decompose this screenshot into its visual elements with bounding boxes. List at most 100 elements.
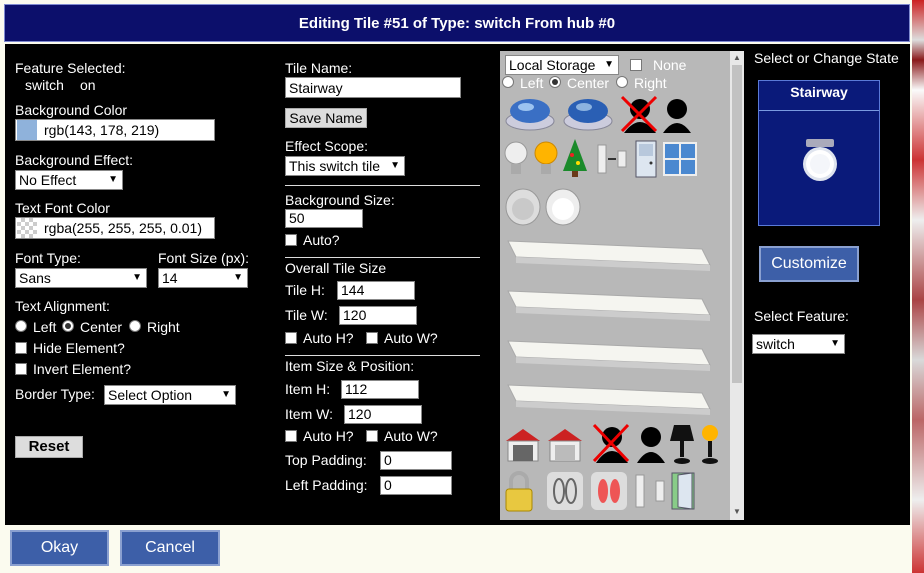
bg-color-label: Background Color	[15, 102, 128, 118]
garage-closed-icon[interactable]	[546, 427, 584, 463]
font-type-select[interactable]: Sans ▼	[15, 268, 147, 288]
switch-off-icon[interactable]	[504, 95, 556, 131]
item-h-label: Item H:	[285, 381, 331, 397]
ceiling-fixture-icon[interactable]	[504, 337, 714, 375]
gallery-scrollbar[interactable]: ▲ ▼	[730, 51, 744, 520]
customize-button[interactable]: Customize	[759, 246, 859, 282]
item-w-label: Item W:	[285, 406, 333, 422]
hide-element-checkbox[interactable]	[15, 342, 27, 354]
scrollbar-thumb[interactable]	[732, 65, 742, 383]
item-auto-h-checkbox[interactable]	[285, 430, 297, 442]
scroll-down-icon[interactable]: ▼	[733, 507, 741, 516]
divider	[285, 185, 480, 186]
light-on-icon[interactable]	[544, 187, 582, 227]
tile-h-input[interactable]: 144	[337, 281, 415, 300]
icon-gallery[interactable]: Local Storage ▼ None Left Center Right	[500, 51, 744, 520]
bg-color-swatch[interactable]	[17, 120, 37, 140]
bg-size-label: Background Size:	[285, 192, 395, 208]
border-type-value: Select Option	[108, 387, 193, 403]
select-feature-select[interactable]: switch ▼	[752, 334, 845, 354]
top-padding-input[interactable]: 0	[380, 451, 452, 470]
editor-panel: Feature Selected: switch on Background C…	[5, 44, 910, 525]
bg-auto-label: Auto?	[303, 232, 340, 248]
light-bulb-on-icon	[803, 139, 837, 181]
dialog-title: Editing Tile #51 of Type: switch From hu…	[4, 4, 910, 42]
pos-left-label: Left	[520, 75, 544, 91]
align-center-radio[interactable]	[62, 320, 74, 332]
ceiling-fixture-icon[interactable]	[504, 287, 714, 325]
none-checkbox[interactable]	[630, 59, 642, 71]
tile-auto-w-checkbox[interactable]	[366, 332, 378, 344]
ceiling-fixture-icon[interactable]	[504, 381, 714, 419]
footprints-active-icon[interactable]	[590, 471, 628, 511]
person-present-icon[interactable]	[660, 95, 694, 133]
contact-sensor-icon[interactable]	[594, 141, 630, 177]
tile-w-label: Tile W:	[285, 307, 328, 323]
tile-name-input[interactable]: Stairway	[285, 77, 461, 98]
okay-button[interactable]: Okay	[10, 530, 109, 566]
christmas-tree-icon[interactable]	[560, 137, 590, 179]
font-type-label: Font Type:	[15, 250, 81, 266]
bg-effect-select[interactable]: No Effect ▼	[15, 170, 123, 190]
bg-size-input[interactable]: 50	[285, 209, 363, 228]
align-left-radio[interactable]	[15, 320, 27, 332]
footprints-icon[interactable]	[546, 471, 584, 511]
item-w-input[interactable]: 120	[344, 405, 422, 424]
pos-right-radio[interactable]	[616, 76, 628, 88]
reset-button[interactable]: Reset	[15, 436, 83, 458]
lamp-off-icon[interactable]	[668, 423, 696, 465]
cancel-button[interactable]: Cancel	[120, 530, 220, 566]
tile-name-value: Stairway	[289, 80, 343, 96]
save-name-button[interactable]: Save Name	[285, 108, 367, 128]
item-h-input[interactable]: 112	[341, 380, 419, 399]
none-label: None	[653, 57, 687, 73]
contact-sensor-icon[interactable]	[632, 471, 668, 511]
person-present-icon[interactable]	[634, 423, 668, 463]
pos-left-radio[interactable]	[502, 76, 514, 88]
bg-color-input[interactable]: rgb(143, 178, 219)	[15, 119, 215, 141]
chevron-down-icon: ▼	[233, 272, 243, 283]
effect-scope-select[interactable]: This switch tile ▼	[285, 156, 405, 176]
scroll-up-icon[interactable]: ▲	[733, 53, 741, 62]
top-padding-value: 0	[384, 452, 392, 468]
tile-w-input[interactable]: 120	[339, 306, 417, 325]
transparent-swatch[interactable]	[17, 218, 37, 238]
align-right-label: Right	[147, 319, 180, 335]
left-padding-input[interactable]: 0	[380, 476, 452, 495]
bulb-on-icon[interactable]	[532, 139, 560, 179]
hide-element-label: Hide Element?	[33, 340, 125, 356]
ceiling-fixture-icon[interactable]	[504, 237, 714, 275]
bulb-off-icon[interactable]	[502, 139, 530, 179]
tile-preview[interactable]: Stairway	[758, 80, 880, 226]
window-icon[interactable]	[662, 141, 698, 177]
item-auto-w-checkbox[interactable]	[366, 430, 378, 442]
bg-size-value: 50	[289, 210, 305, 226]
pos-center-radio[interactable]	[549, 76, 561, 88]
tile-w-value: 120	[343, 307, 367, 323]
garage-open-icon[interactable]	[504, 427, 542, 463]
invert-element-checkbox[interactable]	[15, 363, 27, 375]
lock-icon[interactable]	[502, 469, 536, 513]
bg-effect-label: Background Effect:	[15, 152, 134, 168]
chevron-down-icon: ▼	[390, 160, 400, 171]
storage-select[interactable]: Local Storage ▼	[505, 55, 619, 75]
lamp-on-icon[interactable]	[696, 423, 724, 465]
top-padding-label: Top Padding:	[285, 452, 367, 468]
font-size-select[interactable]: 14 ▼	[158, 268, 248, 288]
light-off-icon[interactable]	[504, 187, 542, 227]
item-auto-w-label: Auto W?	[384, 428, 438, 444]
border-type-select[interactable]: Select Option ▼	[104, 385, 236, 405]
person-away-icon[interactable]	[618, 95, 658, 133]
effect-scope-value: This switch tile	[289, 158, 381, 174]
text-color-input[interactable]: rgba(255, 255, 255, 0.01)	[15, 217, 215, 239]
door-open-icon[interactable]	[670, 471, 698, 511]
switch-on-icon[interactable]	[562, 95, 614, 131]
chevron-down-icon: ▼	[604, 59, 614, 70]
bg-color-value: rgb(143, 178, 219)	[44, 122, 160, 138]
door-icon[interactable]	[634, 139, 658, 179]
chevron-down-icon: ▼	[221, 389, 231, 400]
align-right-radio[interactable]	[129, 320, 141, 332]
person-away-icon[interactable]	[590, 423, 630, 463]
tile-auto-h-checkbox[interactable]	[285, 332, 297, 344]
bg-auto-checkbox[interactable]	[285, 234, 297, 246]
